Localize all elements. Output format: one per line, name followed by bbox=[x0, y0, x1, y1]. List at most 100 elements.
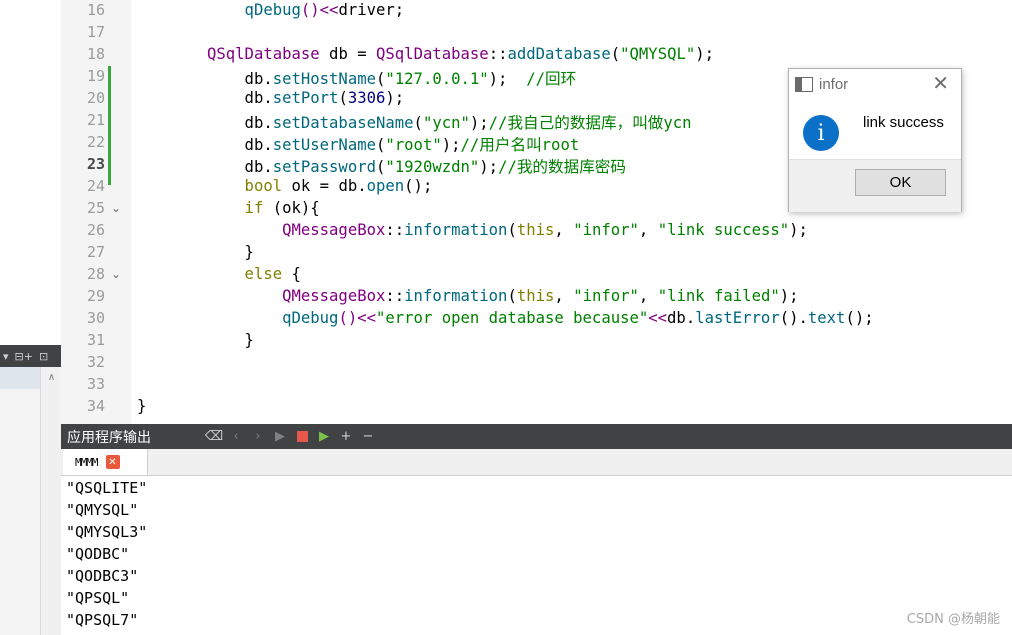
line-number: 26 bbox=[86, 221, 105, 239]
code-token: //用户名叫root bbox=[460, 136, 580, 154]
code-token: ( bbox=[413, 114, 423, 132]
output-tab[interactable]: MMMM ✕ bbox=[63, 449, 148, 475]
code-token: db. bbox=[667, 309, 696, 327]
code-token: "QMYSQL" bbox=[620, 45, 696, 63]
code-line[interactable]: bool ok = db.open(); bbox=[207, 177, 433, 195]
code-token: ()<< bbox=[300, 1, 339, 19]
split-icon[interactable]: ⊟+ bbox=[12, 345, 36, 367]
output-text[interactable]: "QSQLITE" "QMYSQL" "QMYSQL3" "QODBC" "QODBC3… bbox=[61, 476, 1012, 635]
clear-icon[interactable]: ⌫ bbox=[203, 424, 225, 449]
code-line[interactable]: qDebug()<<driver; bbox=[207, 1, 405, 19]
code-token: << bbox=[648, 309, 668, 327]
code-line[interactable]: QMessageBox::information(this, "infor", … bbox=[207, 287, 799, 305]
code-token: , bbox=[554, 287, 574, 305]
code-token: QMessageBox bbox=[207, 221, 386, 239]
previous-icon[interactable]: ‹ bbox=[225, 424, 247, 449]
code-token: ( bbox=[507, 221, 517, 239]
code-line[interactable]: if (ok){ bbox=[207, 199, 320, 217]
dropdown-arrow-icon[interactable]: ▾ bbox=[0, 345, 12, 367]
output-pane-header: 应用程序输出 ⌫ ‹ › ▶ ▶ + − bbox=[61, 424, 1012, 449]
code-line[interactable]: } bbox=[137, 397, 146, 415]
code-token: , bbox=[638, 287, 658, 305]
code-line[interactable]: db.setHostName("127.0.0.1"); //回环 bbox=[207, 67, 577, 89]
code-token: 3306 bbox=[347, 89, 386, 107]
line-number: 29 bbox=[86, 287, 105, 305]
code-line[interactable]: db.setPort(3306); bbox=[207, 89, 405, 107]
zoom-in-icon[interactable]: + bbox=[335, 424, 357, 449]
line-number: 28 bbox=[86, 265, 105, 283]
code-token: setHostName bbox=[272, 70, 376, 88]
close-tab-icon[interactable]: ✕ bbox=[105, 455, 120, 469]
code-line[interactable]: qDebug()<<"error open database because"<… bbox=[207, 309, 874, 327]
line-number: 18 bbox=[86, 45, 105, 63]
code-token: information bbox=[404, 287, 508, 305]
output-pane-title: 应用程序输出 bbox=[67, 429, 151, 446]
code-token: ); bbox=[488, 70, 527, 88]
scrollbar[interactable]: ∧ bbox=[40, 367, 62, 635]
code-line[interactable]: db.setUserName("root");//用户名叫root bbox=[207, 133, 580, 155]
information-icon: i bbox=[803, 115, 839, 151]
code-token: ); bbox=[695, 45, 715, 63]
scroll-up-icon[interactable]: ∧ bbox=[41, 367, 62, 387]
code-line[interactable]: } bbox=[207, 243, 254, 261]
next-icon[interactable]: › bbox=[247, 424, 269, 449]
ok-button[interactable]: OK bbox=[855, 169, 946, 196]
chevron-down-icon[interactable]: ⌄ bbox=[111, 267, 121, 281]
code-token: , bbox=[638, 221, 658, 239]
line-number: 33 bbox=[86, 375, 105, 393]
line-number: 25 bbox=[86, 199, 105, 217]
output-line: "QPSQL7" bbox=[66, 611, 139, 629]
code-line[interactable]: QMessageBox::information(this, "infor", … bbox=[207, 221, 808, 239]
output-line: "QODBC3" bbox=[66, 567, 139, 585]
code-token: lastError bbox=[695, 309, 780, 327]
code-line[interactable]: else { bbox=[207, 265, 301, 283]
code-token: "root" bbox=[385, 136, 442, 154]
output-tab-label: MMMM bbox=[75, 455, 98, 469]
message-dialog: infor ✕ i link success OK bbox=[788, 68, 962, 212]
close-icon[interactable]: ✕ bbox=[932, 73, 949, 93]
code-token: qDebug bbox=[207, 309, 339, 327]
dialog-titlebar[interactable]: infor ✕ bbox=[789, 69, 961, 99]
run-icon[interactable]: ▶ bbox=[269, 424, 291, 449]
code-token: { bbox=[282, 265, 301, 283]
code-token: "infor" bbox=[573, 287, 639, 305]
chevron-down-icon[interactable]: ⌄ bbox=[111, 201, 121, 215]
output-line: "QSQLITE" bbox=[66, 479, 148, 497]
code-line[interactable]: db.setDatabaseName("ycn");//我自己的数据库，叫做yc… bbox=[207, 111, 692, 133]
line-number: 34 bbox=[86, 397, 105, 415]
code-token: ( bbox=[338, 89, 348, 107]
dialog-title: infor bbox=[819, 75, 849, 93]
code-token: ); bbox=[441, 136, 461, 154]
stop-icon[interactable] bbox=[291, 424, 313, 449]
code-token: ); bbox=[779, 287, 799, 305]
code-token: :: bbox=[488, 45, 508, 63]
code-token: db. bbox=[207, 136, 273, 154]
line-number: 16 bbox=[86, 1, 105, 19]
code-token: if bbox=[207, 199, 264, 217]
code-token: setPassword bbox=[272, 158, 376, 176]
dialog-footer: OK bbox=[789, 159, 961, 212]
debug-run-icon[interactable]: ▶ bbox=[313, 424, 335, 449]
line-number: 31 bbox=[86, 331, 105, 349]
code-token: } bbox=[137, 397, 147, 415]
code-token: "link failed" bbox=[657, 287, 780, 305]
code-token: } bbox=[207, 243, 254, 261]
line-number: 30 bbox=[86, 309, 105, 327]
code-token: (ok){ bbox=[263, 199, 320, 217]
code-line[interactable]: db.setPassword("1920wzdn");//我的数据库密码 bbox=[207, 155, 626, 177]
code-token: this bbox=[516, 221, 555, 239]
code-token: //回环 bbox=[526, 70, 577, 88]
list-item[interactable] bbox=[0, 367, 40, 389]
code-token: :: bbox=[385, 287, 405, 305]
code-line[interactable]: } bbox=[207, 331, 254, 349]
code-editor[interactable]: 16 17 18 19 20 21 22 23 24 25 ⌄ 26 27 28 ⌄ 29 30 31 32 33 34… bbox=[61, 0, 1012, 424]
close-panel-icon[interactable]: ⊡ bbox=[36, 345, 51, 367]
line-number: 24 bbox=[86, 177, 105, 195]
code-token: ( bbox=[376, 158, 386, 176]
zoom-out-icon[interactable]: − bbox=[357, 424, 379, 449]
code-line[interactable]: QSqlDatabase db = QSqlDatabase::addDatab… bbox=[207, 45, 714, 63]
code-token: addDatabase bbox=[507, 45, 611, 63]
code-token: text bbox=[807, 309, 846, 327]
code-token: ); bbox=[385, 89, 405, 107]
code-token: "infor" bbox=[573, 221, 639, 239]
